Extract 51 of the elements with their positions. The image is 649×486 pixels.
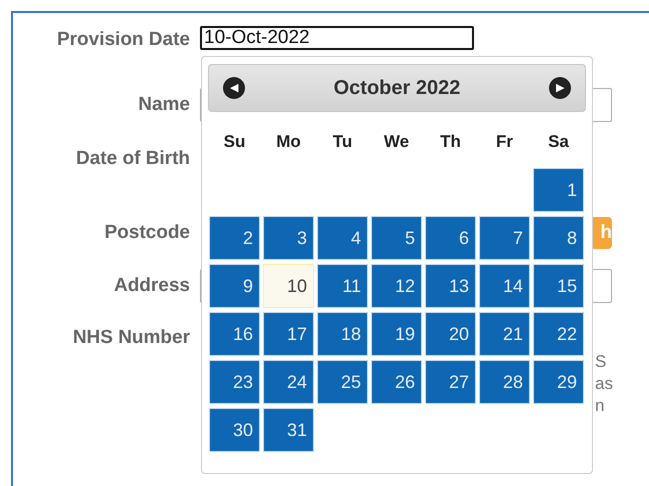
field-label: Address <box>112 275 191 297</box>
weekday-label: Su <box>222 131 246 153</box>
day-cell[interactable]: 10 <box>263 264 314 308</box>
day-cell[interactable]: 29 <box>533 360 584 404</box>
day-cell[interactable]: 1 <box>533 168 584 212</box>
weekday-label: We <box>382 131 410 153</box>
day-cell[interactable]: 22 <box>533 312 584 356</box>
field-label: Provision Date <box>56 29 191 51</box>
day-cell[interactable]: 6 <box>425 216 476 260</box>
day-cell[interactable]: 19 <box>371 312 422 356</box>
day-cell[interactable]: 24 <box>263 360 314 404</box>
day-cell[interactable]: 23 <box>209 360 260 404</box>
day-cell[interactable]: 31 <box>263 408 314 452</box>
day-cell[interactable]: 11 <box>317 264 368 308</box>
day-cell[interactable]: 20 <box>425 312 476 356</box>
weekday-label: Fr <box>495 131 514 153</box>
day-cell[interactable]: 15 <box>533 264 584 308</box>
field-label: Name <box>137 94 191 116</box>
day-cell[interactable]: 8 <box>533 216 584 260</box>
day-cell[interactable]: 21 <box>479 312 530 356</box>
field-label: Postcode <box>103 222 191 244</box>
field-label: NHS Number <box>72 327 191 349</box>
note-text: as <box>595 373 613 395</box>
day-cell[interactable]: 27 <box>425 360 476 404</box>
day-cell[interactable]: 16 <box>209 312 260 356</box>
weekday-label: Tu <box>332 131 354 153</box>
day-cell[interactable]: 4 <box>317 216 368 260</box>
day-cell[interactable]: 14 <box>479 264 530 308</box>
day-cell[interactable]: 25 <box>317 360 368 404</box>
day-cell[interactable]: 17 <box>263 312 314 356</box>
previous-month-button[interactable]: ◀ <box>223 77 245 99</box>
note-text: S <box>595 351 608 373</box>
note-text: n <box>595 395 606 417</box>
day-cell[interactable]: 5 <box>371 216 422 260</box>
day-cell[interactable]: 9 <box>209 264 260 308</box>
day-cell[interactable]: 18 <box>317 312 368 356</box>
day-cell[interactable]: 28 <box>479 360 530 404</box>
month-title: October 2022 <box>334 76 460 100</box>
day-cell[interactable]: 7 <box>479 216 530 260</box>
weekday-label: Th <box>439 131 462 153</box>
day-cell[interactable]: 12 <box>371 264 422 308</box>
date-field[interactable]: 10-Oct-2022 <box>200 26 474 50</box>
day-cell[interactable]: 13 <box>425 264 476 308</box>
weekday-label: Sa <box>547 131 570 153</box>
weekday-label: Mo <box>275 131 302 153</box>
next-month-button[interactable]: ▶ <box>548 77 571 99</box>
day-cell[interactable]: 3 <box>263 216 314 260</box>
field-label: Date of Birth <box>75 148 191 170</box>
day-cell[interactable]: 30 <box>209 408 260 452</box>
day-cell[interactable]: 26 <box>371 360 422 404</box>
day-cell[interactable]: 2 <box>209 216 260 260</box>
